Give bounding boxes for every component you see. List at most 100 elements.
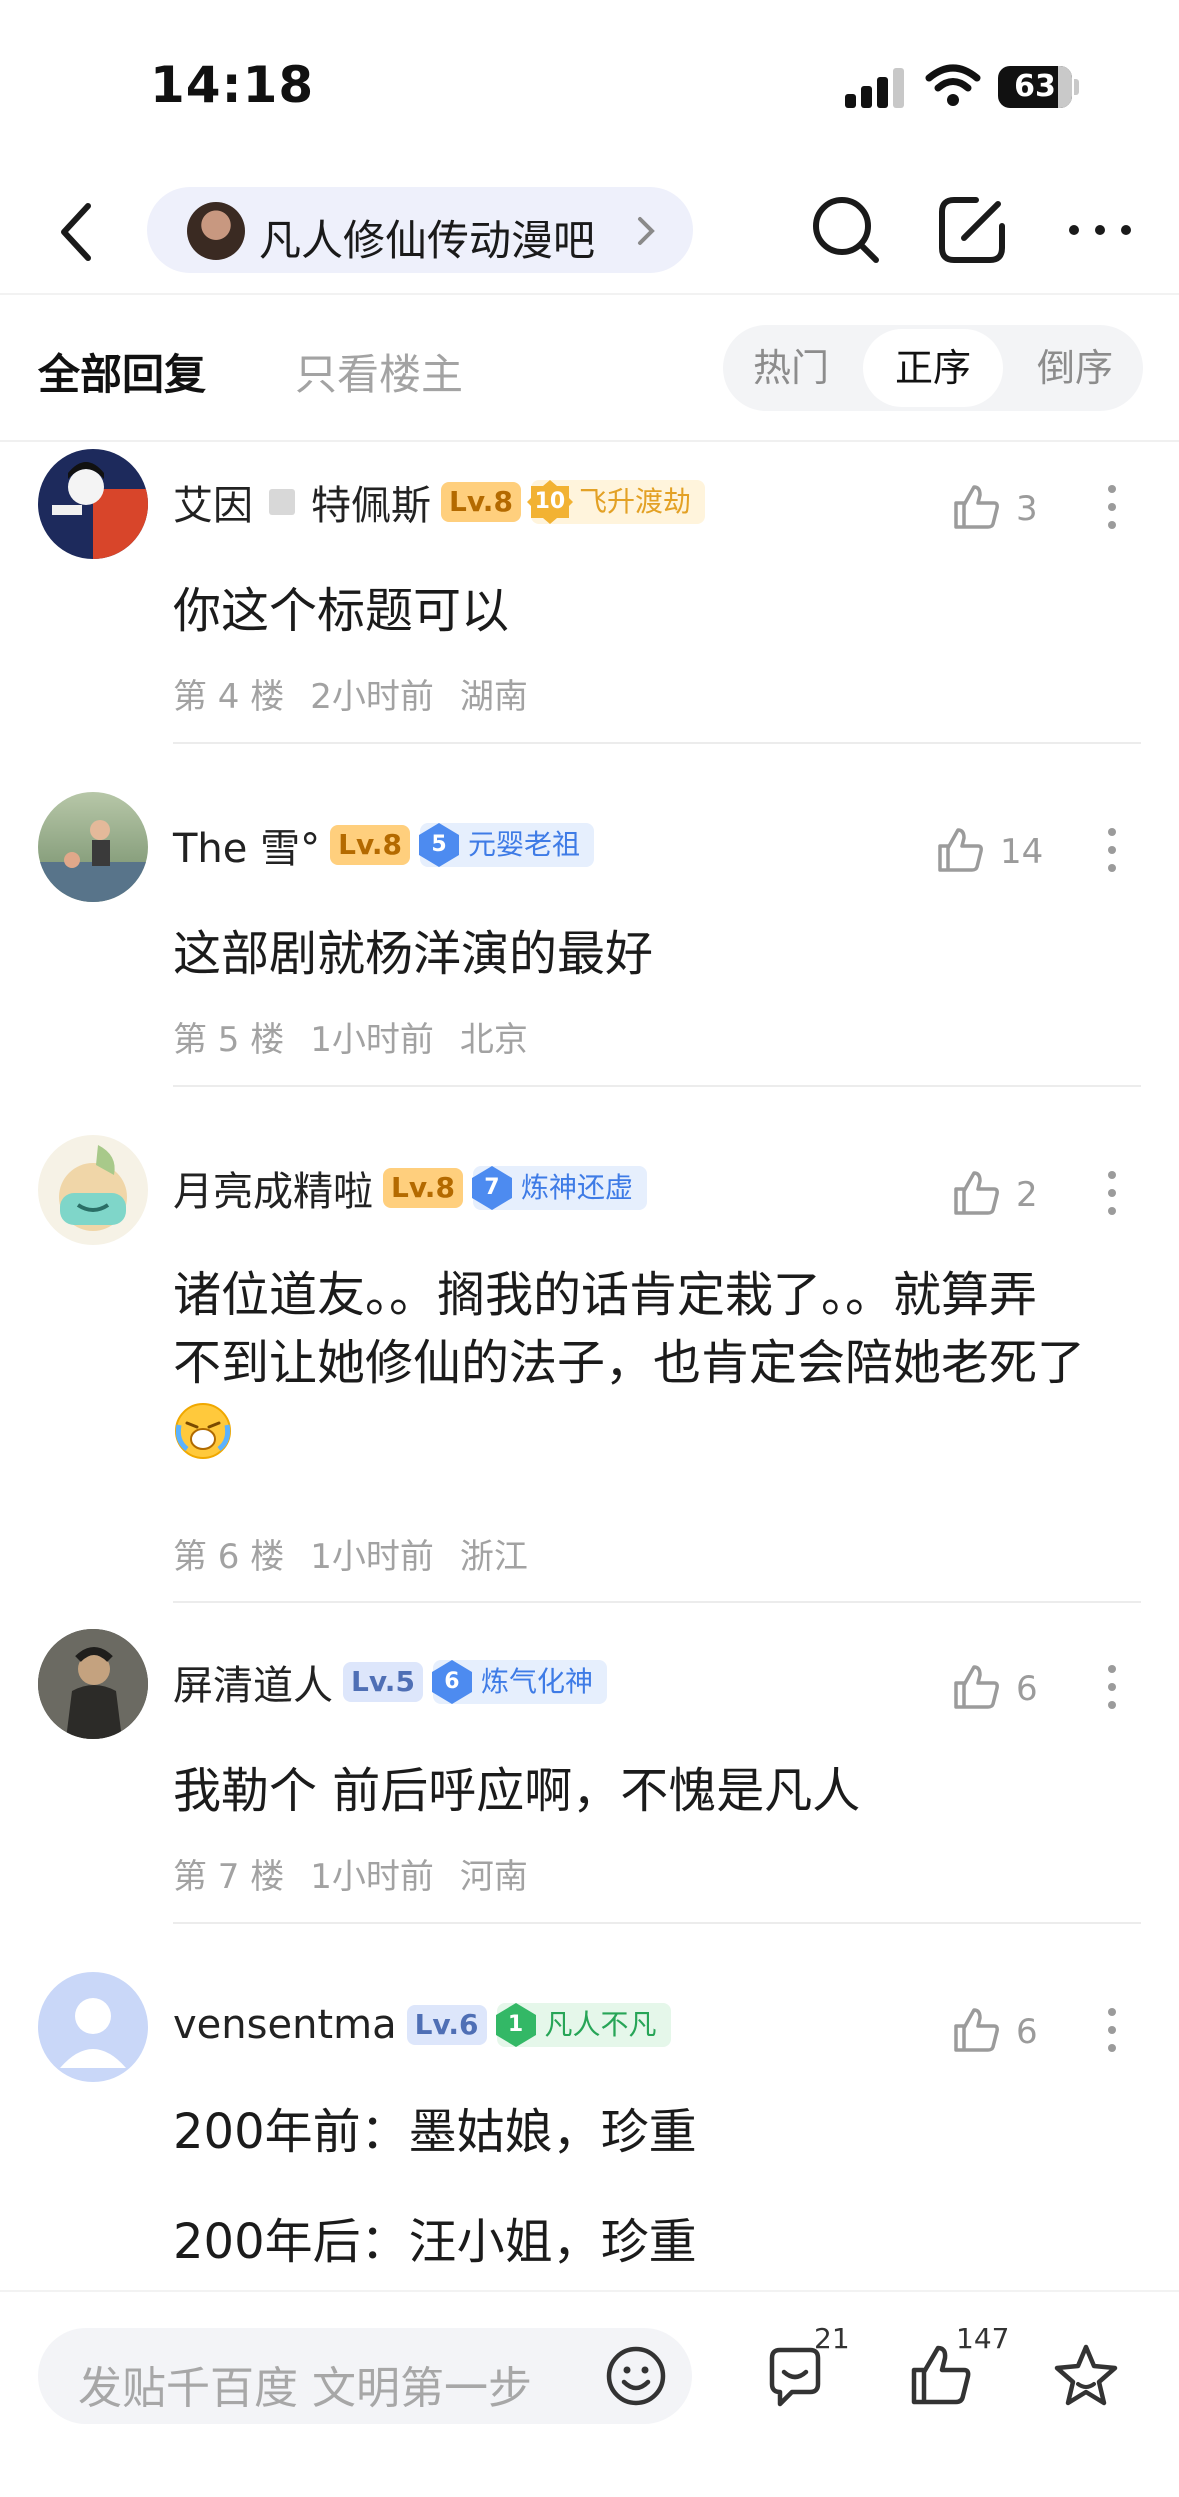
- sort-ascending[interactable]: 正序: [863, 329, 1003, 407]
- like-button[interactable]: 14: [934, 820, 1044, 880]
- level-badge: Lv.8: [330, 825, 411, 865]
- rank-number: 1: [507, 2012, 524, 2037]
- like-button[interactable]: 2: [950, 1163, 1060, 1223]
- ip-region: 北京: [459, 1020, 528, 1060]
- rank-number: 7: [484, 1175, 500, 1200]
- rank-title: 炼气化神: [480, 1665, 593, 1698]
- username[interactable]: vensentma: [173, 2002, 397, 2048]
- tab-all-replies[interactable]: 全部回复: [38, 341, 206, 402]
- username-suffix[interactable]: 特佩斯: [311, 473, 431, 531]
- reply-meta: 第 4 楼 2小时前 湖南: [173, 669, 554, 718]
- username[interactable]: 艾因: [173, 473, 253, 531]
- reply-meta: 第 7 楼 1小时前 河南: [173, 1849, 554, 1898]
- rank-badge: 10 飞升渡劫: [526, 480, 705, 524]
- forum-entry-button[interactable]: 凡人修仙传动漫吧: [147, 187, 693, 273]
- status-bar: 14:18 63: [0, 0, 1179, 170]
- reply-time: 1小时前: [310, 1537, 434, 1577]
- reply-content[interactable]: 诸位道友。。搁我的话肯定栽了。。就算弄 不到让她修仙的法子，也肯定会陪她老死了: [173, 1261, 1153, 1465]
- user-info-row: 月亮成精啦 Lv.8 7 炼神还虚: [173, 1163, 647, 1215]
- divider: [173, 1085, 1141, 1087]
- rank-number: 10: [534, 489, 566, 514]
- reply-time: 1小时前: [310, 1857, 434, 1897]
- battery-icon: 63: [998, 66, 1079, 108]
- avatar[interactable]: [38, 1629, 148, 1739]
- floor-number: 第 6 楼: [173, 1537, 285, 1577]
- divider: [173, 1601, 1141, 1603]
- reply-meta: 第 5 楼 1小时前 北京: [173, 1012, 554, 1061]
- thumbs-up-icon: [954, 485, 999, 529]
- reply-more-icon[interactable]: [1100, 1163, 1124, 1223]
- reply-more-icon[interactable]: [1100, 1657, 1124, 1717]
- reply-more-icon[interactable]: [1100, 477, 1124, 537]
- like-button[interactable]: 6: [950, 2000, 1060, 2060]
- divider: [173, 1922, 1141, 1924]
- crying-emoji-icon: [175, 1403, 231, 1459]
- avatar[interactable]: [38, 792, 148, 902]
- level-badge: Lv.8: [383, 1168, 463, 1208]
- edit-post-icon[interactable]: [932, 190, 1012, 270]
- like-count: 6: [1016, 1669, 1038, 1709]
- ip-region: 河南: [459, 1857, 528, 1897]
- level-badge: Lv.5: [343, 1662, 423, 1702]
- user-info-row: 屏清道人 Lv.5 6 炼气化神: [173, 1657, 607, 1709]
- reply-time: 2小时前: [310, 677, 434, 717]
- username[interactable]: 月亮成精啦: [173, 1159, 373, 1217]
- sort-hot[interactable]: 热门: [723, 325, 859, 411]
- rank-badge: 6 炼气化神: [431, 1660, 607, 1704]
- bottom-action-bar: 发贴千百度 文明第一步 21 147: [0, 2290, 1179, 2497]
- reply-more-icon[interactable]: [1100, 820, 1124, 880]
- like-button[interactable]: 3: [950, 477, 1060, 537]
- reply-time: 1小时前: [310, 1020, 434, 1060]
- username[interactable]: 屏清道人: [173, 1653, 333, 1711]
- like-button[interactable]: 6: [950, 1657, 1060, 1717]
- like-count: 6: [1016, 2012, 1038, 2052]
- forum-avatar: [187, 202, 245, 260]
- emoji-icon[interactable]: [604, 2344, 668, 2408]
- like-count: 14: [1000, 832, 1044, 872]
- username-separator: [269, 489, 295, 515]
- reply-content[interactable]: 你这个标题可以: [173, 577, 1153, 645]
- like-count: 2: [1016, 1175, 1038, 1215]
- divider: [173, 742, 1141, 744]
- reply-content[interactable]: 这部剧就杨洋演的最好: [173, 920, 1153, 988]
- rank-number: 5: [431, 832, 447, 857]
- more-options-icon[interactable]: [1065, 210, 1135, 250]
- reply-input[interactable]: 发贴千百度 文明第一步: [38, 2328, 692, 2424]
- rank-title: 飞升渡劫: [578, 485, 691, 518]
- reply-line: 200年后：汪小姐，珍重: [173, 2214, 697, 2270]
- thumbs-up-icon: [954, 1171, 999, 1215]
- search-icon[interactable]: [806, 190, 886, 270]
- ip-region: 湖南: [459, 677, 528, 717]
- tab-host-only[interactable]: 只看楼主: [295, 341, 463, 402]
- rank-number: 6: [444, 1669, 460, 1694]
- thumbs-up-icon: [954, 2008, 999, 2052]
- sort-descending[interactable]: 倒序: [1007, 325, 1143, 411]
- thumb-count: 147: [956, 2322, 1010, 2355]
- chevron-right-icon: [638, 217, 655, 245]
- reply-meta: 第 6 楼 1小时前 浙江: [173, 1529, 554, 1578]
- thumbs-up-icon: [938, 828, 983, 872]
- level-badge: Lv.8: [441, 482, 521, 522]
- status-time: 14:18: [150, 56, 315, 114]
- wifi-icon: [925, 64, 981, 106]
- avatar[interactable]: [38, 1972, 148, 2082]
- avatar[interactable]: [38, 1135, 148, 1245]
- reply-line: 诸位道友。。搁我的话肯定栽了。。就算弄: [173, 1267, 1038, 1323]
- floor-number: 第 7 楼: [173, 1857, 285, 1897]
- avatar[interactable]: [38, 449, 148, 559]
- reply-content[interactable]: 我勒个 前后呼应啊，不愧是凡人: [173, 1757, 1153, 1825]
- username[interactable]: The 雪°: [173, 816, 320, 874]
- reply-more-icon[interactable]: [1100, 2000, 1124, 2060]
- sort-toggle: 热门 正序 倒序: [723, 325, 1143, 411]
- reply-input-placeholder: 发贴千百度 文明第一步: [78, 2363, 532, 2414]
- reply-count: 21: [814, 2322, 850, 2355]
- cellular-signal-icon: [845, 68, 905, 108]
- reply-line: 200年前：墨姑娘，珍重: [173, 2104, 697, 2160]
- favorite-star-icon[interactable]: [1052, 2342, 1120, 2410]
- user-info-row: 艾因 特佩斯 Lv.8 10 飞升渡劫: [173, 477, 705, 529]
- rank-badge: 1 凡人不凡: [495, 2003, 671, 2047]
- back-arrow-icon[interactable]: [52, 192, 102, 272]
- reply-content[interactable]: 200年前：墨姑娘，珍重 200年后：汪小姐，珍重: [173, 2098, 1153, 2276]
- battery-level: 63: [1014, 69, 1056, 104]
- forum-name: 凡人修仙传动漫吧: [259, 216, 596, 265]
